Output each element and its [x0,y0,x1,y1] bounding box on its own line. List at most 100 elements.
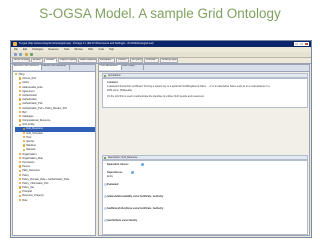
left-panel-tabs: Asserted Class Hierarchy Inferred Class H… [13,65,95,72]
left-tab-0[interactable]: Asserted Class Hierarchy [13,65,42,70]
restriction-icon [104,183,107,186]
class-icon [19,90,22,93]
menu-edit[interactable]: Edit [23,48,27,51]
class-icon [19,94,22,97]
tree-item-label: Agreement [22,89,35,93]
tree-item-label: Access_Poli [22,77,36,81]
tree-item-label: Thing [18,73,25,76]
restriction-row[interactable]: Evaluated [107,183,118,186]
add-superclass-icon[interactable] [131,171,134,174]
class-icon [19,194,22,197]
class-icon [19,119,22,122]
class-icon [19,177,22,181]
tree-item-label: Host [26,135,32,139]
class-icon [19,98,22,101]
menu-owl[interactable]: OWL [88,48,93,51]
right-panel-tabs: Class Annotations Class Usage [99,65,309,72]
class-icon [19,106,22,109]
class-hierarchy-panel: Asserted Class Hierarchy Inferred Class H… [12,64,96,236]
tree-item-label: Computational_Resource [22,119,51,123]
window-title: S-ogsa (http://www.ontogrid.net/ontogrid… [19,42,154,45]
tree-item-label: Grid_Resource [26,127,44,131]
menu-reasoner[interactable]: Reasoner [48,48,58,51]
tab-data-properties[interactable]: Data Properties [78,58,97,63]
tree-item-label: Organization_Role [22,156,43,160]
tree-item-label: Resource_Property [22,194,44,198]
class-icon [19,169,22,172]
tab-sparql-query[interactable]: SPARQL Query [160,58,178,63]
tree-item-label: Role [22,198,28,202]
annotations-header-label: Annotations [108,74,121,77]
tree-item-label: Policy [22,173,29,177]
tree-item[interactable]: Role [15,199,95,203]
comment-text-line-3: On the Grid this is used to authenticate… [107,95,205,98]
tree-item-label: Identity [26,140,35,143]
tree-item-label: Action [22,81,30,85]
class-icon [15,73,18,76]
menu-help[interactable]: Help [109,48,114,51]
menu-code[interactable]: Code [98,48,104,51]
tree-item-label: Catalogue [22,114,34,118]
comment-text-line-2: DNS name. [Wikipedia] [107,89,132,92]
class-icon [19,198,22,202]
tree-item-label: Authorization [22,98,37,102]
tab-object-properties[interactable]: Object Properties [58,58,77,63]
app-icon [13,42,17,46]
class-icon [19,152,22,155]
class-icon [19,182,22,185]
tree-item-label: Grid_Entity [22,123,35,127]
forward-icon[interactable] [19,53,22,56]
class-icon [23,131,26,135]
slide-title: S-OGSA Model. A sample Grid Ontology [39,6,281,21]
right-tab-0[interactable]: Class Annotations [99,65,122,70]
tab-individuals[interactable]: Individuals [98,58,115,63]
class-icon [23,144,26,147]
tab-entities[interactable]: Entities [31,58,43,63]
menu-window[interactable]: Window [74,48,83,51]
close-icon[interactable] [304,42,309,46]
tree-item-label: Authorization_Poli [22,102,43,106]
class-icon [19,190,22,193]
menu-tools[interactable]: Tools [64,48,70,51]
description-body: Equivalent classes Superclasses Entity E… [102,160,308,235]
tab-dl-query[interactable]: DL Query [130,58,143,63]
comment-label: comment [107,81,118,84]
tree-item-label: Policy_Information_Poli [22,181,49,185]
tab-classes[interactable]: Classes [44,58,57,63]
superclass-value[interactable]: Entity [107,175,113,178]
tree-item-label: Grid_Schedule [26,131,43,135]
tab-ontograf[interactable]: OntoGraf [144,58,159,63]
tab-active-ontology[interactable]: Active Ontology [12,58,30,63]
class-icon [19,186,22,189]
class-icon [19,115,22,118]
class-icon [19,173,22,176]
class-icon [19,102,22,105]
save-icon[interactable] [30,53,33,56]
open-icon[interactable] [25,53,28,56]
superclasses-label: Superclasses [107,171,123,174]
annotations-body: comment A password known/fort certificat… [102,78,308,108]
add-equivalent-icon[interactable] [141,163,144,166]
tab-owlviz[interactable]: OWLViz [116,58,129,63]
tree-item-label: Person [22,165,31,169]
tree-item-label: Permission [22,160,35,164]
class-icon [19,157,22,160]
left-tab-1[interactable]: Inferred Class Hierarchy [41,65,70,70]
app-window: S-ogsa (http://www.ontogrid.net/ontogrid… [10,40,312,238]
class-icon [19,77,22,80]
restriction-icon [104,219,107,222]
back-icon[interactable] [14,53,17,56]
right-tab-1[interactable]: Class Usage [121,65,144,70]
restriction-icon [104,195,107,198]
restriction-row[interactable]: hasBinaryAsKeyStore some Certificate_Aut… [107,207,163,210]
tree-item-label: Principal [22,190,32,194]
menu-file[interactable]: File [14,48,18,51]
class-icon [19,110,22,114]
restriction-row[interactable]: relatesAddressableBy some Certificate_Au… [107,195,163,198]
menu-ontologies[interactable]: Ontologies [32,48,43,51]
restriction-row[interactable]: hasAttribute some Identity [107,219,137,222]
tree-item-label: Policy_Domain_Role + Authorization_Role [22,177,70,181]
tree-item-label: Authorization_Poli + Policy_Burden_Poli [22,106,67,110]
class-icon [19,165,22,168]
annotation-add-icon[interactable] [104,75,106,77]
